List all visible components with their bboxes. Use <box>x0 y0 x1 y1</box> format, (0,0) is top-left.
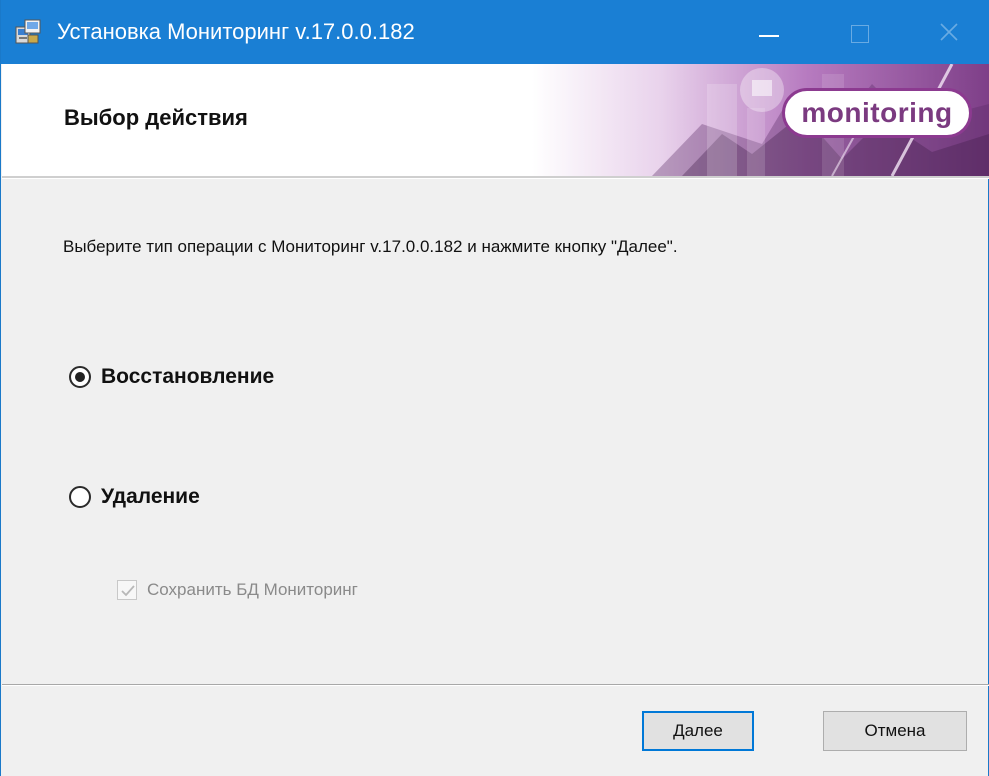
maximize-icon <box>851 25 869 43</box>
minimize-button[interactable] <box>739 0 801 64</box>
page-title: Выбор действия <box>64 105 248 130</box>
maximize-button <box>831 0 893 64</box>
title-bar[interactable]: Установка Мониторинг v.17.0.0.182 <box>1 0 989 64</box>
logo-text: monitoring <box>801 97 953 128</box>
next-button[interactable]: Далее <box>642 711 754 751</box>
header-separator <box>2 176 989 179</box>
minimize-icon <box>759 35 779 37</box>
keep-db-checkbox <box>117 580 137 600</box>
installer-icon <box>13 17 43 47</box>
close-button[interactable] <box>917 0 979 64</box>
checkmark-icon <box>121 585 135 597</box>
installer-window: Установка Мониторинг v.17.0.0.182 Выбор … <box>0 0 989 776</box>
window-title: Установка Мониторинг v.17.0.0.182 <box>57 19 415 44</box>
radio-restore[interactable] <box>69 366 91 388</box>
instruction-text: Выберите тип операции с Мониторинг v.17.… <box>63 237 678 256</box>
option-remove-label[interactable]: Удаление <box>101 482 200 512</box>
cancel-button[interactable]: Отмена <box>823 711 967 751</box>
radio-selected-dot <box>75 372 85 382</box>
monitoring-logo: monitoring <box>782 88 972 138</box>
close-icon <box>940 23 958 41</box>
footer-separator <box>2 684 989 686</box>
header-banner: Выбор действия monitoring <box>2 64 989 176</box>
option-restore-label[interactable]: Восстановление <box>101 362 274 392</box>
keep-db-label: Сохранить БД Мониторинг <box>147 580 358 599</box>
radio-remove[interactable] <box>69 486 91 508</box>
